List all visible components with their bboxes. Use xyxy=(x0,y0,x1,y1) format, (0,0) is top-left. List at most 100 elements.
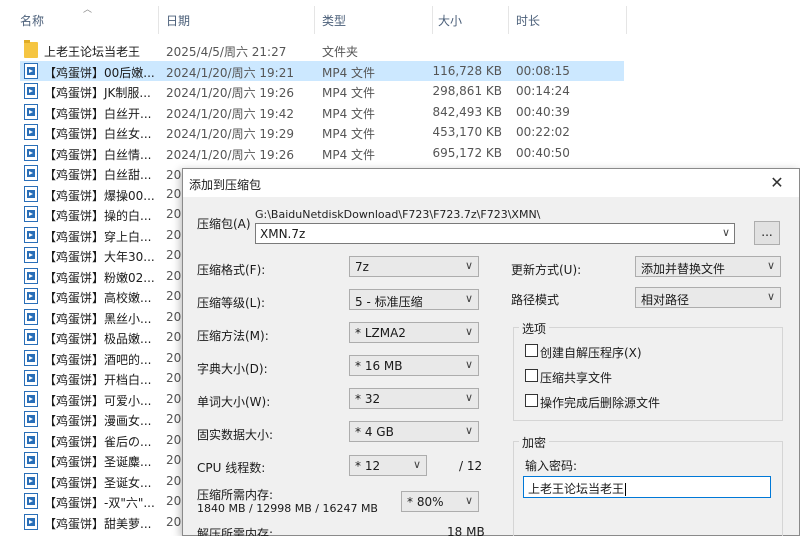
file-row[interactable]: 【鸡蛋饼】JK制服... 2024/1/20/周六 19:26 MP4 文件 298,… xyxy=(20,81,624,101)
update-mode-value: 添加并替换文件 xyxy=(641,262,726,276)
level-select[interactable]: 5 - 标准压缩 ∨ xyxy=(349,289,479,310)
column-header-name[interactable]: 名称 xyxy=(20,12,44,29)
folder-icon xyxy=(24,40,38,58)
video-file-icon xyxy=(24,206,38,222)
file-name: 【鸡蛋饼】白丝女... xyxy=(44,127,152,141)
file-name: 【鸡蛋饼】圣诞女... xyxy=(44,475,152,490)
archive-name-value: XMN.7z xyxy=(260,227,306,241)
delete-source-option-label[interactable]: 操作完成后删除源文件 xyxy=(540,394,660,411)
method-label: 压缩方法(M): xyxy=(197,329,269,343)
shared-files-checkbox[interactable] xyxy=(525,369,538,382)
video-file-icon xyxy=(24,247,38,263)
file-row[interactable]: 【鸡蛋饼】白丝开... 2024/1/20/周六 19:42 MP4 文件 842,4… xyxy=(20,102,624,122)
file-date: 2024/1/20/周六 19:26 xyxy=(166,147,294,162)
archive-path: G:\BaiduNetdiskDownload\F723\F723.7z\F72… xyxy=(255,208,541,221)
video-file-icon xyxy=(24,513,38,530)
delete-source-checkbox[interactable] xyxy=(525,394,538,407)
add-to-archive-dialog: 添加到压缩包 ✕ 压缩包(A) G:\BaiduNetdiskDownload\… xyxy=(182,168,800,536)
dictionary-select[interactable]: * 16 MB ∨ xyxy=(349,355,479,376)
column-divider[interactable] xyxy=(314,6,315,34)
dialog-title-bar[interactable]: 添加到压缩包 ✕ xyxy=(183,169,799,197)
password-label: 输入密码: xyxy=(525,459,578,473)
column-header-type[interactable]: 类型 xyxy=(322,12,346,29)
shared-files-option-label[interactable]: 压缩共享文件 xyxy=(540,369,612,386)
video-file-icon xyxy=(24,185,38,202)
path-mode-label: 路径模式 xyxy=(511,293,560,307)
column-header-size[interactable]: 大小 xyxy=(438,12,462,29)
options-title: 选项 xyxy=(519,320,550,337)
column-header-date[interactable]: 日期 xyxy=(166,12,190,29)
file-name: 上老王论坛当老王 xyxy=(44,45,141,59)
file-name: 【鸡蛋饼】高校嫩... xyxy=(44,291,152,305)
file-name: 【鸡蛋饼】爆操00... xyxy=(44,188,155,203)
file-date: 2025/4/5/周六 21:27 xyxy=(166,45,287,59)
file-type: MP4 文件 xyxy=(322,127,376,141)
archive-name-combo[interactable]: XMN.7z ∨ xyxy=(255,223,735,244)
file-row[interactable]: 【鸡蛋饼】白丝女... 2024/1/20/周六 19:29 MP4 文件 453,1… xyxy=(20,122,624,142)
video-file-icon xyxy=(24,370,38,386)
file-size: 116,728 KB xyxy=(432,63,502,78)
update-mode-label: 更新方式(U): xyxy=(511,263,582,277)
column-divider[interactable] xyxy=(432,6,433,34)
cpu-threads-select[interactable]: * 12 ∨ xyxy=(349,455,427,476)
memory-usage-select[interactable]: * 80% ∨ xyxy=(401,491,479,512)
path-mode-select[interactable]: 相对路径 ∨ xyxy=(635,287,781,308)
solid-block-select[interactable]: * 4 GB ∨ xyxy=(349,421,479,442)
close-icon[interactable]: ✕ xyxy=(755,169,799,197)
video-file-icon xyxy=(24,431,38,448)
sfx-option-label[interactable]: 创建自解压程序(X) xyxy=(540,344,642,361)
file-duration: 00:14:24 xyxy=(516,84,570,98)
format-select[interactable]: 7z ∨ xyxy=(349,256,479,277)
file-name: 【鸡蛋饼】黑丝小... xyxy=(44,311,152,326)
file-date: 2024/1/20/周六 19:42 xyxy=(166,106,294,121)
column-header-duration[interactable]: 时长 xyxy=(516,12,540,29)
browse-button[interactable]: ... xyxy=(754,221,780,245)
file-type: MP4 文件 xyxy=(322,106,376,121)
file-size: 453,170 KB xyxy=(432,125,502,139)
update-mode-select[interactable]: 添加并替换文件 ∨ xyxy=(635,256,781,277)
password-value: 上老王论坛当老王 xyxy=(528,482,625,496)
file-name: 【鸡蛋饼】极品嫩... xyxy=(44,332,152,346)
cpu-threads-value: * 12 xyxy=(355,459,381,473)
file-name: 【鸡蛋饼】圣诞麋... xyxy=(44,455,152,469)
password-input[interactable]: 上老王论坛当老王 xyxy=(523,476,771,498)
file-size: 298,861 KB xyxy=(432,84,502,98)
file-row[interactable]: 【鸡蛋饼】00后嫩... 2024/1/20/周六 19:21 MP4 文件 116,… xyxy=(20,60,624,81)
video-file-icon xyxy=(24,267,38,284)
video-file-icon xyxy=(24,288,38,304)
file-date: 2024/1/20/周六 19:26 xyxy=(166,86,294,100)
video-file-icon xyxy=(24,329,38,345)
file-type: 文件夹 xyxy=(322,45,359,59)
memory-usage-value: * 80% xyxy=(407,495,444,509)
file-type: MP4 文件 xyxy=(322,86,376,100)
sfx-checkbox[interactable] xyxy=(525,344,538,357)
solid-block-value: * 4 GB xyxy=(355,425,394,439)
file-row[interactable]: 上老王论坛当老王 2025/4/5/周六 21:27 文件夹 xyxy=(20,40,624,60)
word-size-label: 单词大小(W): xyxy=(197,395,271,409)
video-file-icon xyxy=(24,472,38,489)
file-row[interactable]: 【鸡蛋饼】白丝情... 2024/1/20/周六 19:26 MP4 文件 695,1… xyxy=(20,143,624,163)
method-select[interactable]: * LZMA2 ∨ xyxy=(349,322,479,343)
chevron-down-icon[interactable]: ∨ xyxy=(722,226,730,239)
text-caret xyxy=(625,483,627,496)
file-name: 【鸡蛋饼】可爱小... xyxy=(44,393,152,408)
column-divider[interactable] xyxy=(626,6,627,34)
video-file-icon xyxy=(24,390,38,407)
word-size-select[interactable]: * 32 ∨ xyxy=(349,388,479,409)
level-value: 5 - 标准压缩 xyxy=(355,295,423,309)
file-name: 【鸡蛋饼】白丝甜... xyxy=(44,168,152,182)
video-file-icon xyxy=(24,308,38,325)
column-divider[interactable] xyxy=(158,6,159,34)
video-file-icon xyxy=(24,83,38,99)
file-name: 【鸡蛋饼】穿上白... xyxy=(44,229,152,244)
video-file-icon xyxy=(24,144,38,161)
column-divider[interactable] xyxy=(508,6,509,34)
column-header-bar: ︿ 名称 日期 类型 大小 时长 xyxy=(0,0,800,38)
cpu-threads-label: CPU 线程数: xyxy=(197,461,266,475)
file-date: 2024/1/20/周六 19:21 xyxy=(166,65,294,80)
file-name: 【鸡蛋饼】白丝情... xyxy=(44,147,152,162)
file-name: 【鸡蛋饼】雀后の... xyxy=(44,434,152,449)
chevron-down-icon: ∨ xyxy=(464,292,473,305)
video-file-icon xyxy=(24,165,38,181)
file-name: 【鸡蛋饼】-双"六"... xyxy=(44,496,155,510)
